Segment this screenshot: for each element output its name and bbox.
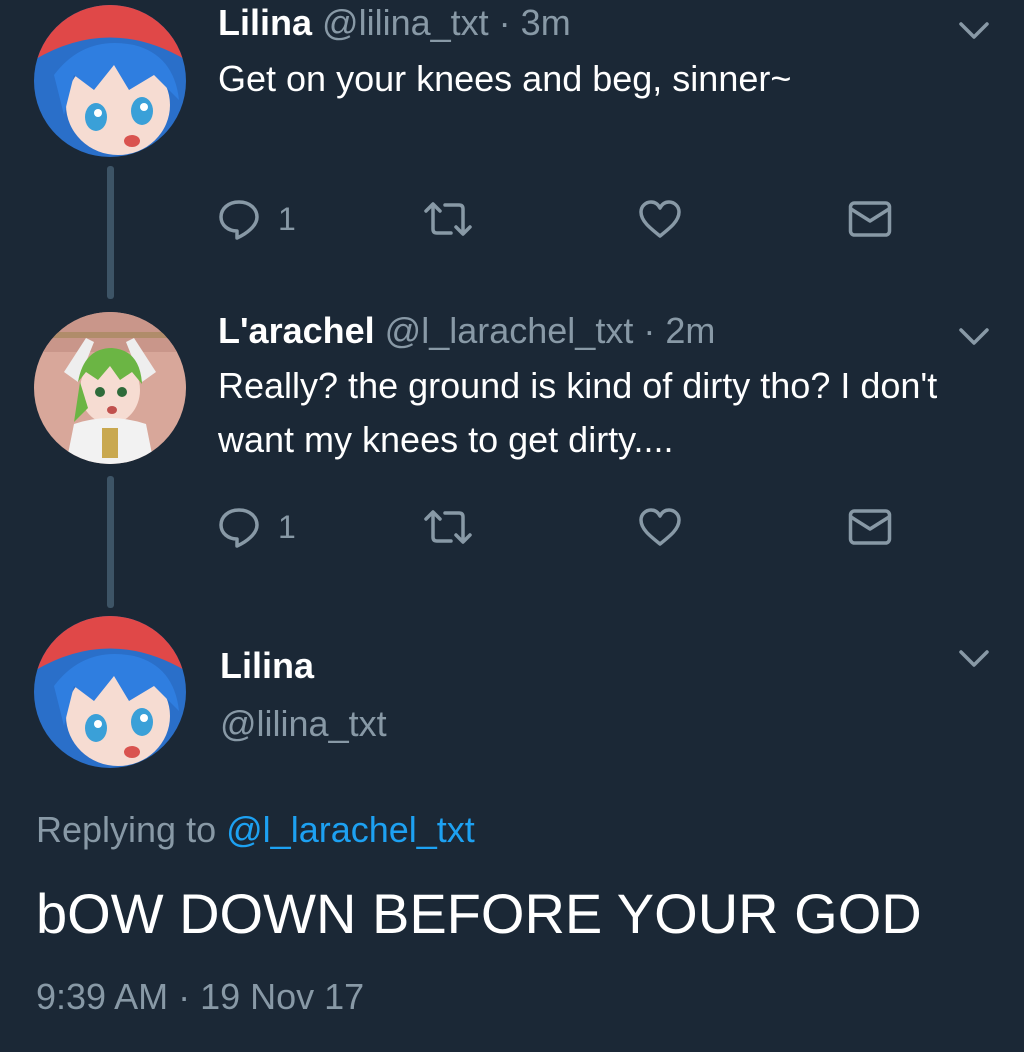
dm-button[interactable] (848, 502, 892, 552)
reply-count: 1 (278, 200, 296, 237)
like-button[interactable] (638, 502, 682, 552)
separator: · (498, 2, 511, 43)
retweet-button[interactable] (422, 502, 474, 552)
reply-button[interactable]: 1 (218, 194, 296, 244)
replying-to: Replying to @l_larachel_txt (36, 808, 475, 852)
reply-icon (219, 200, 259, 240)
tweet-actions: 1 (218, 194, 898, 244)
tweet-time[interactable]: 2m (665, 310, 715, 351)
tweet-header: L'arachel @l_larachel_txt · 2m (218, 309, 715, 353)
dm-button[interactable] (848, 194, 892, 244)
tweet-thread: Lilina @lilina_txt · 3m Get on your knee… (0, 0, 1024, 1052)
separator: · (643, 310, 656, 351)
retweet-button[interactable] (422, 194, 474, 244)
avatar-lilina[interactable] (34, 616, 186, 768)
replying-prefix: Replying to (36, 809, 217, 850)
retweet-icon (424, 510, 472, 544)
chevron-down-icon[interactable] (958, 20, 990, 42)
envelope-icon (848, 509, 892, 545)
thread-line (107, 166, 114, 299)
avatar-larachel[interactable] (34, 312, 186, 464)
user-handle[interactable]: @lilina_txt (220, 702, 387, 746)
user-handle[interactable]: @l_larachel_txt (385, 310, 634, 351)
tweet-text: Get on your knees and beg, sinner~ (218, 58, 792, 99)
avatar-lilina[interactable] (34, 5, 186, 157)
reply-icon (219, 508, 259, 548)
display-name[interactable]: L'arachel (218, 310, 375, 351)
display-name[interactable]: Lilina (218, 2, 312, 43)
reply-count: 1 (278, 508, 296, 545)
heart-icon (639, 508, 681, 546)
tweet-text: Really? the ground is kind of dirty tho?… (218, 365, 938, 460)
retweet-icon (424, 202, 472, 236)
tweet-text: bOW DOWN BEFORE YOUR GOD (36, 882, 922, 945)
display-name[interactable]: Lilina (220, 644, 314, 688)
like-button[interactable] (638, 194, 682, 244)
tweet-header: Lilina @lilina_txt · 3m (218, 1, 571, 45)
reply-button[interactable]: 1 (218, 502, 296, 552)
thread-line (107, 476, 114, 608)
heart-icon (639, 200, 681, 238)
chevron-down-icon[interactable] (958, 326, 990, 348)
tweet-time[interactable]: 3m (521, 2, 571, 43)
user-handle[interactable]: @lilina_txt (322, 2, 489, 43)
tweet-timestamp[interactable]: 9:39 AM · 19 Nov 17 (36, 975, 364, 1019)
chevron-down-icon[interactable] (958, 648, 990, 670)
replying-mention-link[interactable]: @l_larachel_txt (226, 809, 475, 850)
tweet-actions: 1 (218, 502, 898, 552)
envelope-icon (848, 201, 892, 237)
